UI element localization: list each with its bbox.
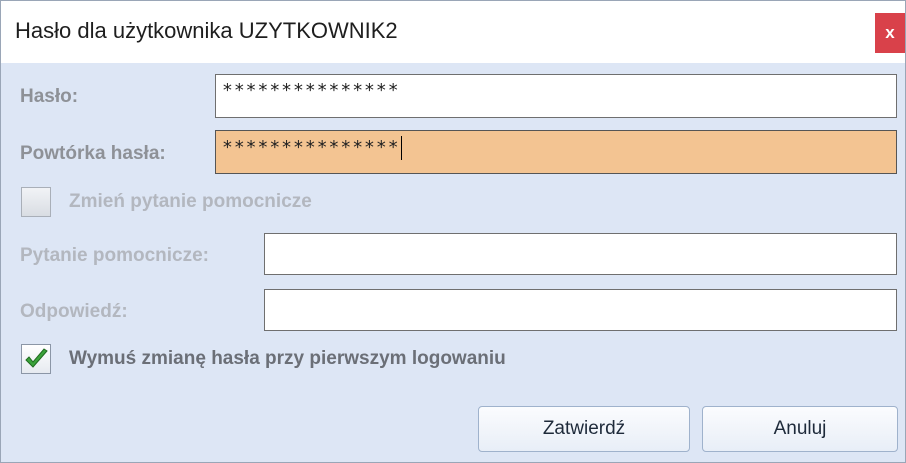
text-caret [400, 136, 402, 160]
repeat-password-label: Powtórka hasła: [20, 143, 166, 164]
window-title: Hasło dla użytkownika UZYTKOWNIK2 [15, 18, 398, 43]
password-dialog: Hasło dla użytkownika UZYTKOWNIK2 x Hasł… [0, 0, 906, 463]
question-field[interactable] [264, 233, 897, 275]
change-question-checkbox[interactable] [21, 187, 51, 217]
password-label: Hasło: [20, 86, 79, 107]
check-icon [25, 348, 48, 368]
force-change-checkbox[interactable] [21, 344, 51, 374]
question-label: Pytanie pomocnicze: [20, 245, 209, 266]
answer-field[interactable] [264, 289, 897, 331]
password-field[interactable]: *************** [215, 74, 897, 118]
cancel-button[interactable]: Anuluj [702, 406, 898, 452]
force-change-label: Wymuś zmianę hasła przy pierwszym logowa… [69, 348, 506, 369]
repeat-password-value: *************** [222, 137, 400, 158]
close-icon: x [885, 23, 895, 42]
password-value: *************** [222, 80, 400, 101]
confirm-button[interactable]: Zatwierdź [478, 406, 690, 452]
close-button[interactable]: x [875, 13, 905, 53]
repeat-password-field[interactable]: *************** [215, 130, 897, 174]
answer-label: Odpowiedź: [20, 301, 128, 322]
dialog-body: Hasło: *************** Powtórka hasła: *… [1, 63, 905, 462]
change-question-label: Zmień pytanie pomocnicze [69, 191, 312, 212]
title-bar: Hasło dla użytkownika UZYTKOWNIK2 x [1, 1, 905, 63]
